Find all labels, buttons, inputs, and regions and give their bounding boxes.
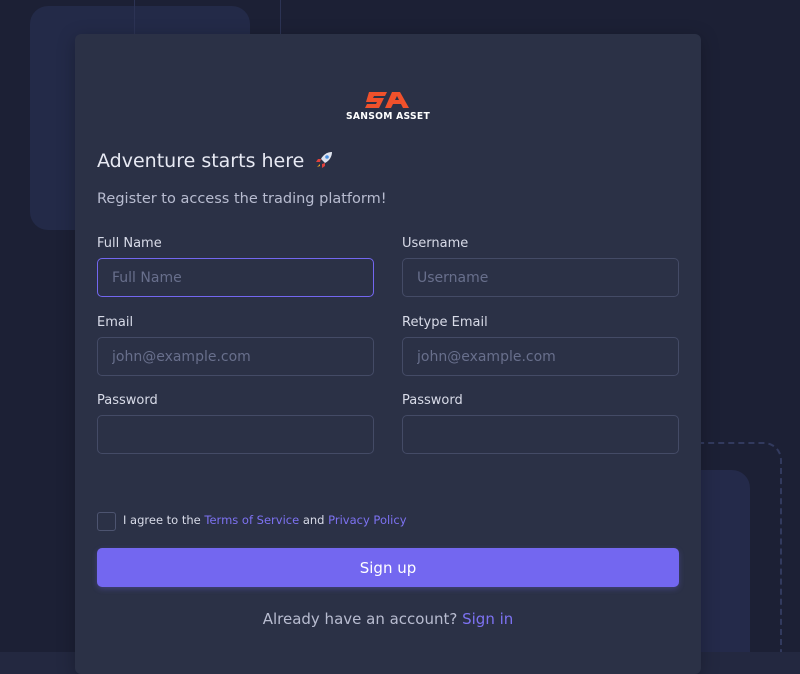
password-label: Password bbox=[97, 393, 158, 408]
rocket-icon bbox=[316, 152, 333, 168]
username-label: Username bbox=[402, 236, 469, 251]
sign-in-prompt-text: Already have an account? bbox=[262, 610, 458, 628]
sign-in-link[interactable]: Sign in bbox=[462, 610, 513, 628]
retype-password-input[interactable] bbox=[402, 415, 679, 454]
terms-checkbox[interactable] bbox=[97, 512, 116, 531]
page-subtitle: Register to access the trading platform! bbox=[97, 191, 387, 207]
page-title-text: Adventure starts here bbox=[97, 150, 305, 172]
register-card: SANSOM ASSET Adventure starts here Regis… bbox=[75, 34, 701, 674]
retype-email-input[interactable] bbox=[402, 337, 679, 376]
email-input[interactable] bbox=[97, 337, 374, 376]
terms-of-service-link[interactable]: Terms of Service bbox=[204, 513, 299, 527]
username-input[interactable] bbox=[402, 258, 679, 297]
brand-name: SANSOM ASSET bbox=[345, 111, 431, 122]
page-title: Adventure starts here bbox=[97, 150, 334, 172]
terms-prefix: I agree to the bbox=[123, 513, 201, 527]
retype-email-label: Retype Email bbox=[402, 315, 488, 330]
brand-logo-mark bbox=[365, 92, 409, 108]
sign-in-prompt: Already have an account? Sign in bbox=[75, 610, 701, 628]
retype-password-label: Password bbox=[402, 393, 463, 408]
brand-logo: SANSOM ASSET bbox=[75, 90, 701, 122]
sign-up-button[interactable]: Sign up bbox=[97, 548, 679, 587]
privacy-policy-link[interactable]: Privacy Policy bbox=[328, 513, 406, 527]
password-input[interactable] bbox=[97, 415, 374, 454]
terms-conjunction: and bbox=[302, 513, 325, 527]
full-name-label: Full Name bbox=[97, 236, 162, 251]
full-name-input[interactable] bbox=[97, 258, 374, 297]
email-label: Email bbox=[97, 315, 134, 330]
terms-agreement: I agree to the Terms of Service and Priv… bbox=[123, 513, 407, 527]
